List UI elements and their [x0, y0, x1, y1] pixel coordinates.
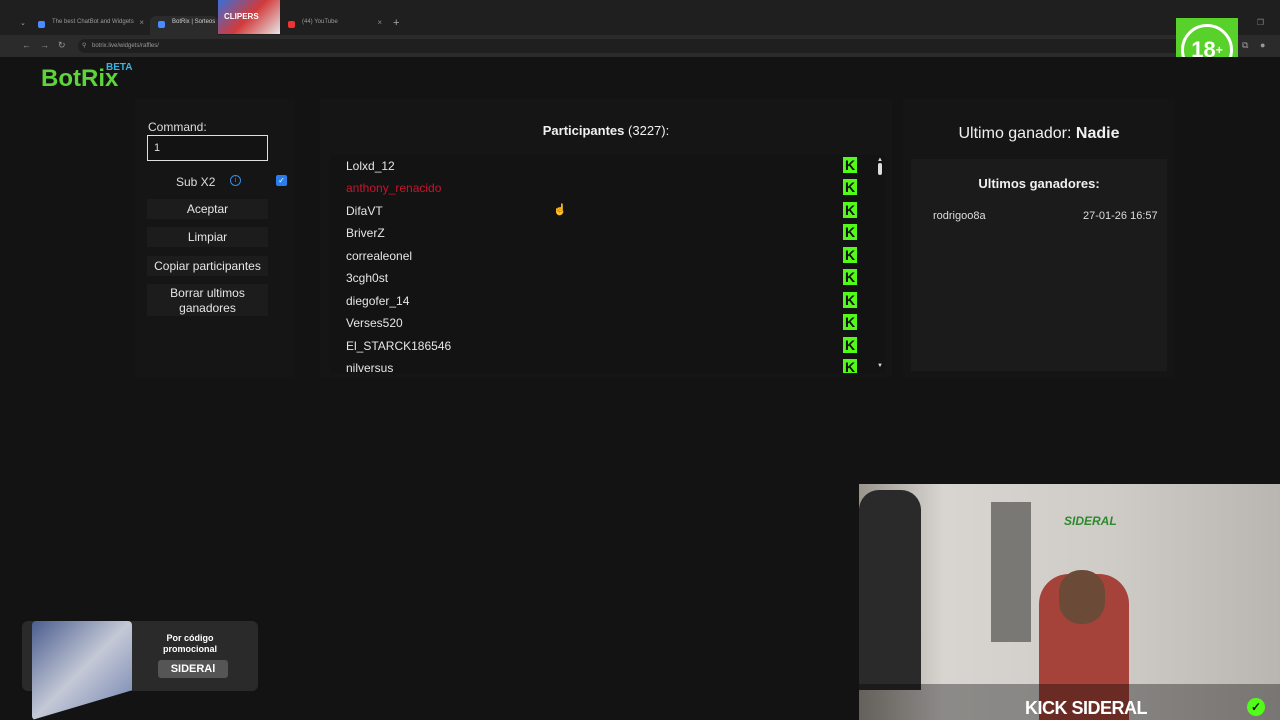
kick-icon: K [843, 202, 857, 218]
participants-heading: Participantes (3227): [320, 123, 892, 138]
participant-name: correaleonel [346, 249, 413, 263]
tab-label: (44) YouTube [302, 19, 338, 25]
webcam-wall-logo: SIDERAL [1064, 514, 1117, 528]
participants-scrollbar[interactable]: ▲ ▼ [875, 155, 885, 373]
tab-favicon-icon [38, 21, 45, 28]
participant-row[interactable]: correaleonel K [330, 245, 870, 267]
kick-icon: K [843, 292, 857, 308]
tab-list-icon[interactable]: ⌄ [20, 19, 26, 27]
info-icon[interactable]: i [230, 175, 241, 186]
kick-icon: K [843, 179, 857, 195]
clear-button[interactable]: Limpiar [147, 227, 268, 247]
sub-x2-checkbox[interactable]: ✓ [276, 175, 287, 186]
kick-icon: K [843, 337, 857, 353]
recent-winners-title: Ultimos ganadores: [978, 176, 1100, 191]
tab-close-icon[interactable]: × [377, 18, 382, 27]
participants-list[interactable]: Lolxd_12 K anthony_renacido K DifaVT K B… [330, 155, 885, 373]
tab-close-icon[interactable]: × [139, 18, 144, 27]
participant-row[interactable]: BriverZ K [330, 222, 870, 244]
kick-icon: K [843, 157, 857, 173]
video-thumbnail: CLIPERS [218, 0, 280, 34]
webcam-streamer-head [1059, 570, 1105, 624]
mouse-cursor-icon: ☝ [553, 204, 567, 216]
participant-name: Verses520 [346, 316, 403, 330]
last-winner-label: Ultimo ganador: [958, 125, 1072, 142]
participant-name: El_STARCK186546 [346, 339, 452, 353]
recent-winners-box: Ultimos ganadores: rodrigoo8a 27-01-26 1… [911, 159, 1167, 371]
new-tab-icon[interactable]: + [393, 17, 399, 29]
tab-label: BotRix | Sorteos [172, 19, 216, 25]
site-info-icon[interactable]: ⚲ [82, 39, 86, 53]
tab-favicon-icon [288, 21, 295, 28]
url-field[interactable]: ⚲ botrix.live/widgets/raffles/ [78, 39, 1188, 53]
command-label: Command: [148, 120, 207, 134]
participant-name: Lolxd_12 [346, 159, 395, 173]
webcam-person [859, 490, 921, 690]
kick-icon: K [843, 224, 857, 240]
extensions-icon[interactable]: ⧉ [1242, 40, 1248, 51]
kick-icon: K [843, 247, 857, 263]
last-winner-value: Nadie [1075, 125, 1120, 142]
sub-x2-label: Sub X2 [176, 175, 216, 189]
participant-row[interactable]: nilversus K [330, 357, 870, 373]
address-bar-row: ← → ↻ ⚲ botrix.live/widgets/raffles/ ⧉ ● [0, 35, 1280, 57]
tab-botrix[interactable]: BotRix | Sorteos [150, 16, 218, 35]
scrollbar-thumb[interactable] [878, 163, 882, 175]
participant-row[interactable]: anthony_renacido K [330, 177, 870, 199]
webcam-overlay: SIDERAL KICK SIDERAL ✓ [859, 484, 1280, 720]
command-input[interactable] [147, 135, 268, 161]
tab-chatbot[interactable]: The best ChatBot and Widgets × [30, 16, 150, 35]
webcam-door [991, 502, 1031, 642]
accept-button[interactable]: Aceptar [147, 199, 268, 219]
kick-icon: K [843, 269, 857, 285]
stream-tag-prefix: KICK [1025, 698, 1068, 718]
winner-name: rodrigoo8a [933, 210, 986, 222]
stream-tag-name: SIDERAL [1071, 698, 1148, 718]
window-restore-icon[interactable]: ❐ [1257, 18, 1264, 27]
beta-badge: BETA [106, 62, 133, 73]
promo-text: Por código promocional [162, 633, 217, 654]
participant-row[interactable]: DifaVT K [330, 200, 870, 222]
sub-x2-row: Sub X2 i ✓ [147, 173, 295, 191]
reload-icon[interactable]: ↻ [58, 40, 66, 51]
participant-name: BriverZ [346, 226, 385, 240]
participant-row[interactable]: Lolxd_12 K [330, 155, 870, 177]
participant-name: diegofer_14 [346, 294, 410, 308]
tab-youtube[interactable]: (44) YouTube × [280, 16, 388, 35]
participants-title: Participantes [542, 123, 625, 138]
copy-participants-button[interactable]: Copiar participantes [147, 256, 268, 276]
back-icon[interactable]: ← [22, 40, 31, 50]
delete-winners-button[interactable]: Borrar ultimos ganadores [147, 284, 268, 316]
raffle-controls-panel: Command: Sub X2 i ✓ Aceptar Limpiar Copi… [135, 99, 295, 377]
url-text: botrix.live/widgets/raffles/ [92, 43, 159, 49]
participant-row[interactable]: Verses520 K [330, 312, 870, 334]
winners-panel: Ultimo ganador: Nadie Ultimos ganadores:… [903, 99, 1175, 377]
verified-icon: ✓ [1247, 698, 1265, 716]
kick-icon: K [843, 314, 857, 330]
participant-row[interactable]: El_STARCK186546 K [330, 335, 870, 357]
participant-name: anthony_renacido [346, 181, 442, 195]
stream-tag: KICK SIDERAL [1025, 698, 1148, 719]
profile-icon[interactable]: ● [1260, 40, 1265, 50]
tab-label: The best ChatBot and Widgets [52, 19, 134, 25]
participants-count: (3227): [628, 123, 670, 138]
winner-date: 27-01-26 16:57 [1083, 210, 1158, 222]
participant-name: nilversus [346, 361, 394, 373]
forward-icon[interactable]: → [40, 40, 49, 50]
browser-tab-bar: ⌄ The best ChatBot and Widgets × BotRix … [0, 0, 1280, 35]
tab-favicon-icon [158, 21, 165, 28]
participant-row[interactable]: 3cgh0st K [330, 267, 870, 289]
promo-code: SIDERAl [158, 660, 228, 678]
participant-name: 3cgh0st [346, 271, 389, 285]
scroll-down-icon[interactable]: ▼ [877, 363, 883, 369]
participant-name: DifaVT [346, 204, 383, 218]
last-winner: Ultimo ganador: Nadie [903, 125, 1175, 143]
participants-panel: Participantes (3227): Lolxd_12 K anthony… [320, 99, 892, 377]
promo-overlay: Por código promocional SIDERAl [22, 621, 258, 720]
kick-icon: K [843, 359, 857, 373]
participant-row[interactable]: diegofer_14 K [330, 290, 870, 312]
